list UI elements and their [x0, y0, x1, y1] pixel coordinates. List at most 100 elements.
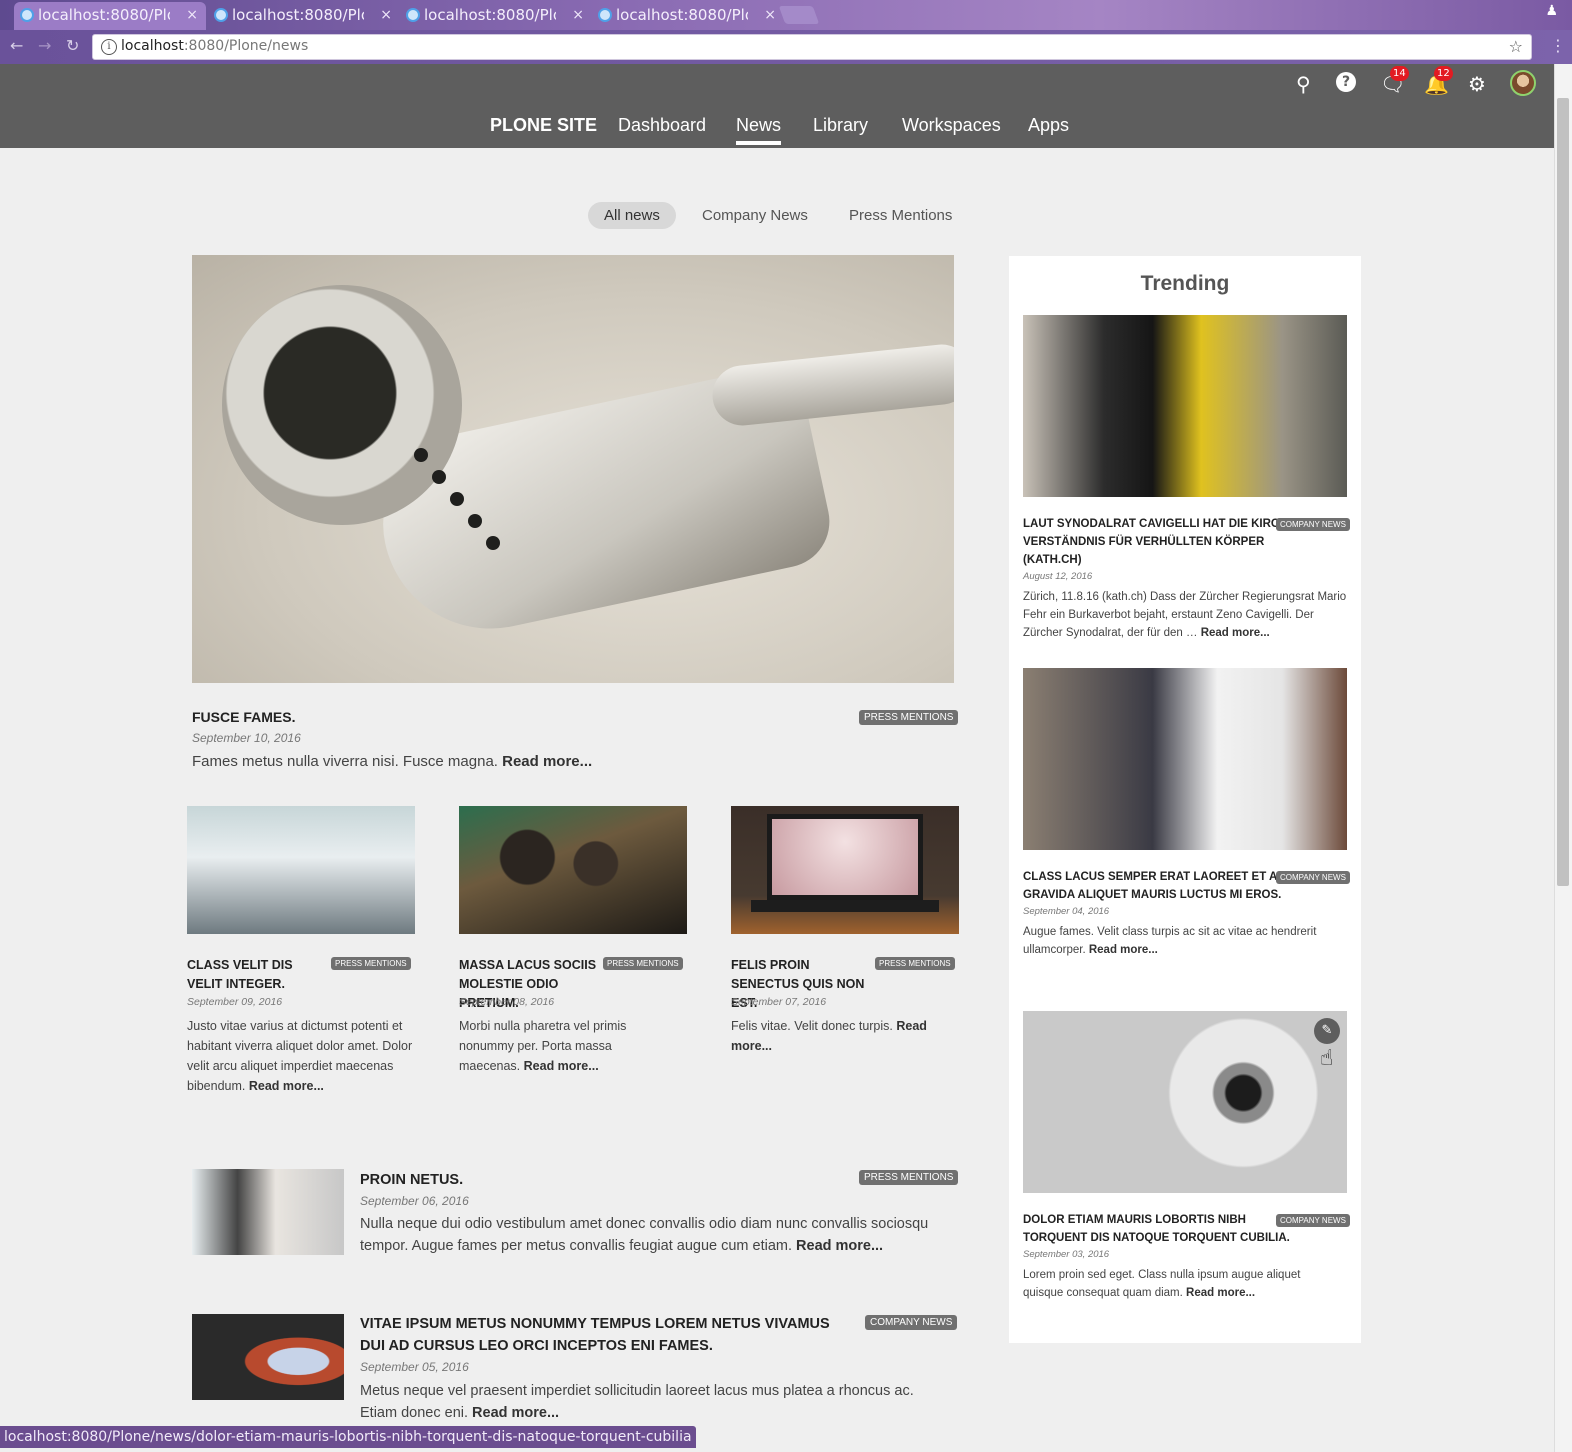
trending-image-eye[interactable]	[1023, 1011, 1347, 1193]
address-bar-url[interactable]: localhost:8080/Plone/news	[121, 38, 308, 54]
trending-image-meeting[interactable]	[1023, 668, 1347, 850]
nav-library[interactable]: Library	[813, 115, 868, 136]
trending-desc-2: Augue fames. Velit class turpis ac sit a…	[1023, 923, 1341, 959]
new-tab-button[interactable]	[778, 6, 820, 24]
info-icon[interactable]: i	[101, 39, 117, 55]
trending-tag-3[interactable]: Company News	[1276, 1214, 1350, 1227]
trending-desc-2-text: Augue fames. Velit class turpis ac sit a…	[1023, 926, 1317, 956]
forward-arrow-icon[interactable]: →	[38, 36, 51, 55]
scrollbar-thumb[interactable]	[1557, 98, 1569, 886]
edit-pencil-icon[interactable]: ✎	[1314, 1018, 1340, 1044]
tab-close-icon[interactable]: ×	[186, 2, 198, 28]
list-tag-1[interactable]: Press Mentions	[859, 1170, 959, 1185]
image-dot	[486, 536, 500, 550]
grid-image-laptop[interactable]	[731, 806, 959, 934]
tab-label: localhost:8080/Plo	[616, 6, 748, 24]
filter-company-news[interactable]: Company News	[686, 202, 824, 229]
main-navigation: PLONE SITE Dashboard News Library Worksp…	[0, 111, 1554, 145]
tab-close-icon[interactable]: ×	[764, 2, 776, 28]
trending-title-1[interactable]: Laut Synodalrat Cavigelli hat die Kirche…	[1023, 515, 1313, 569]
plone-favicon-icon	[406, 8, 420, 22]
trending-read-more-1[interactable]: Read more...	[1201, 627, 1270, 639]
grid-date-1: September 09, 2016	[187, 996, 283, 1008]
messages-icon[interactable]: 🗨 14	[1380, 66, 1409, 96]
trending-title-3[interactable]: Dolor etiam mauris lobortis nibh torquen…	[1023, 1211, 1303, 1247]
trending-date-1: August 12, 2016	[1023, 571, 1093, 582]
grid-tag-2[interactable]: Press Mentions	[603, 957, 683, 970]
trending-desc-1: Zürich, 11.8.16 (kath.ch) Dass der Zürch…	[1023, 588, 1347, 642]
settings-icon[interactable]: ⚙	[1468, 72, 1486, 96]
list-title-2[interactable]: Vitae ipsum metus nonummy tempus lorem n…	[360, 1313, 850, 1357]
address-bar[interactable]: i localhost:8080/Plone/news ☆	[92, 34, 1532, 60]
tab-label: localhost:8080/Plo	[38, 6, 170, 24]
plone-favicon-icon	[20, 8, 34, 22]
avatar[interactable]	[1510, 70, 1536, 96]
page-scrollbar[interactable]: ▲	[1554, 64, 1572, 1452]
status-bar-url: localhost:8080/Plone/news/dolor-etiam-ma…	[0, 1426, 696, 1448]
help-icon[interactable]: ?	[1336, 72, 1356, 92]
laptop-screen-display	[772, 819, 918, 895]
trending-image-bus[interactable]	[1023, 315, 1347, 497]
browser-tab[interactable]: localhost:8080/Plo ×	[400, 2, 592, 30]
trending-read-more-2[interactable]: Read more...	[1089, 944, 1158, 956]
url-host: localhost	[121, 38, 184, 54]
list-read-more-1[interactable]: Read more...	[796, 1238, 883, 1254]
grid-desc-3-text: Felis vitae. Velit donec turpis.	[731, 1019, 893, 1033]
laptop-base	[751, 900, 939, 912]
filter-all-news[interactable]: All news	[588, 202, 676, 229]
tab-close-icon[interactable]: ×	[380, 2, 392, 28]
featured-desc: Fames metus nulla viverra nisi. Fusce ma…	[192, 753, 592, 770]
featured-tag[interactable]: Press Mentions	[859, 710, 959, 725]
trending-desc-1-text: Zürich, 11.8.16 (kath.ch) Dass der Zürch…	[1023, 591, 1347, 639]
list-read-more-2[interactable]: Read more...	[472, 1405, 559, 1421]
nav-workspaces[interactable]: Workspaces	[902, 115, 1001, 136]
filter-press-mentions[interactable]: Press Mentions	[833, 202, 968, 229]
nav-apps[interactable]: Apps	[1028, 115, 1069, 136]
trending-tag-2[interactable]: Company News	[1276, 871, 1350, 884]
site-title[interactable]: PLONE SITE	[490, 115, 597, 136]
back-arrow-icon[interactable]: ←	[10, 36, 23, 55]
laptop-screen	[767, 814, 923, 900]
list-image-office[interactable]	[192, 1169, 344, 1255]
list-image-turntable[interactable]	[192, 1314, 344, 1400]
grid-image-office[interactable]	[187, 806, 415, 934]
list-date-1: September 06, 2016	[360, 1194, 469, 1208]
featured-image[interactable]	[192, 255, 954, 683]
grid-date-3: September 07, 2016	[731, 996, 827, 1008]
notifications-icon[interactable]: 🔔 12	[1424, 66, 1453, 96]
mouse-pointer-hand-icon: ☝	[1320, 1046, 1334, 1071]
trending-tag-1[interactable]: Company News	[1276, 518, 1350, 531]
list-tag-2[interactable]: Company News	[865, 1315, 958, 1330]
url-path: :8080/Plone/news	[183, 38, 309, 54]
grid-tag-1[interactable]: Press Mentions	[331, 957, 411, 970]
search-icon[interactable]: ⚲	[1296, 72, 1311, 96]
bookmark-star-icon[interactable]: ☆	[1509, 37, 1523, 56]
site-header: ⚲ ? 🗨 14 🔔 12 ⚙ PLONE SITE Dashboard News …	[0, 64, 1554, 148]
list-desc-2: Metus neque vel praesent imperdiet solli…	[360, 1380, 950, 1424]
browser-tab[interactable]: localhost:8080/Plo ×	[208, 2, 400, 30]
browser-tab[interactable]: localhost:8080/Plo ×	[14, 2, 206, 30]
reload-icon[interactable]: ↻	[66, 36, 79, 55]
trending-read-more-3[interactable]: Read more...	[1186, 1287, 1255, 1299]
nav-news[interactable]: News	[736, 115, 782, 145]
grid-date-2: September 08, 2016	[459, 996, 555, 1008]
grid-tag-3[interactable]: Press Mentions	[875, 957, 955, 970]
image-earbud-cable	[709, 341, 954, 429]
grid-read-more-2[interactable]: Read more...	[524, 1059, 599, 1073]
featured-read-more[interactable]: Read more...	[502, 753, 592, 770]
grid-image-circuit-board[interactable]	[459, 806, 687, 934]
plone-favicon-icon	[598, 8, 612, 22]
trending-desc-3: Lorem proin sed eget. Class nulla ipsum …	[1023, 1266, 1341, 1302]
plone-favicon-icon	[214, 8, 228, 22]
nav-dashboard[interactable]: Dashboard	[618, 115, 706, 136]
list-title-1[interactable]: Proin netus.	[360, 1169, 840, 1191]
grid-read-more-1[interactable]: Read more...	[249, 1079, 324, 1093]
browser-tab[interactable]: localhost:8080/Plo ×	[592, 2, 784, 30]
messages-badge: 14	[1390, 66, 1409, 81]
browser-menu-icon[interactable]: ⋮	[1550, 36, 1566, 55]
image-dot	[432, 470, 446, 484]
browser-profile-icon[interactable]: ♟	[1545, 3, 1558, 19]
featured-title[interactable]: Fusce fames.	[192, 709, 295, 725]
tab-close-icon[interactable]: ×	[572, 2, 584, 28]
grid-title-1[interactable]: Class velit dis velit integer.	[187, 956, 327, 994]
